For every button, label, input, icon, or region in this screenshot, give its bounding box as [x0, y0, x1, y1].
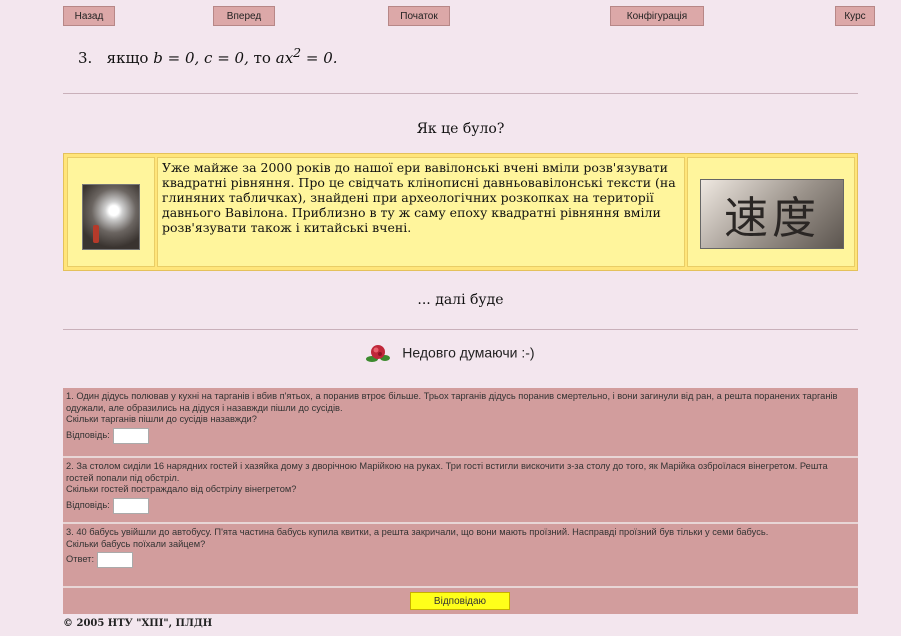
person-figure — [93, 225, 99, 243]
divider — [63, 329, 858, 330]
formula-number: 3. — [78, 49, 93, 67]
history-box: Уже майже за 2000 років до нашої ери вав… — [63, 153, 858, 271]
answer-1-input[interactable] — [112, 427, 149, 444]
start-button[interactable]: Початок — [388, 6, 450, 26]
history-image-cell-right: 速度 — [687, 157, 855, 267]
question-1-ask: Скільки тарганів пішли до сусідів назавж… — [66, 414, 257, 424]
question-1: 1. Один дідусь полював у кухні на тарган… — [63, 388, 858, 456]
answer-1-label: Відповідь: — [66, 429, 110, 440]
history-text: Уже майже за 2000 років до нашої ери вав… — [157, 157, 685, 267]
footer-copyright: © 2005 НТУ "ХПІ", ПЛДН — [63, 618, 213, 629]
quiz-section-title: Недовго думаючи :-) — [0, 343, 901, 365]
quiz-form: 1. Один дідусь полював у кухні на тарган… — [63, 388, 858, 614]
submit-button[interactable]: Відповідаю — [410, 592, 510, 610]
formula-result-base: ax — [275, 49, 294, 67]
continued-text: ... далі буде — [417, 292, 504, 308]
question-2-text: 2. За столом сиділи 16 нарядних гостей і… — [66, 461, 828, 483]
question-3: 3. 40 бабусь увійшли до автобусу. П'ята … — [63, 524, 858, 586]
question-2-ask: Скільки гостей постраждало від обстрілу … — [66, 484, 297, 494]
forward-button[interactable]: Вперед — [213, 6, 275, 26]
course-button[interactable]: Курс — [835, 6, 875, 26]
answer-3-input[interactable] — [97, 552, 134, 568]
chinese-characters-image: 速度 — [700, 179, 844, 249]
configuration-button[interactable]: Конфігурація — [610, 6, 704, 26]
question-3-text: 3. 40 бабусь увійшли до автобусу. П'ята … — [66, 527, 769, 537]
formula-if-word: якщо — [106, 49, 149, 67]
formula-item-3: 3. якщо b = 0, c = 0, то ax2 = 0. — [78, 45, 338, 67]
formula-result-tail: = 0. — [301, 49, 338, 67]
answer-3-label: Ответ: — [66, 554, 95, 565]
answer-2-label: Відповідь: — [66, 499, 110, 510]
ancient-arch-image — [82, 184, 140, 250]
question-1-text: 1. Один дідусь полював у кухні на тарган… — [66, 391, 838, 413]
question-2: 2. За столом сиділи 16 нарядних гостей і… — [63, 458, 858, 522]
top-navigation: Назад Вперед Початок Конфігурація Курс — [0, 6, 901, 28]
history-heading: Як це було? — [416, 121, 505, 137]
formula-condition: b = 0, c = 0, — [153, 49, 249, 67]
answer-2-input[interactable] — [112, 497, 149, 514]
divider — [63, 93, 858, 94]
history-image-cell-left — [67, 157, 155, 267]
flower-icon — [366, 343, 391, 365]
formula-result-exponent: 2 — [293, 45, 302, 60]
question-3-ask: Скільки бабусь поїхали зайцем? — [66, 538, 206, 549]
formula-then-word: то — [253, 49, 271, 67]
quiz-section-title-text: Недовго думаючи :-) — [402, 344, 535, 361]
back-button[interactable]: Назад — [63, 6, 115, 26]
submit-row: Відповідаю — [63, 588, 858, 614]
